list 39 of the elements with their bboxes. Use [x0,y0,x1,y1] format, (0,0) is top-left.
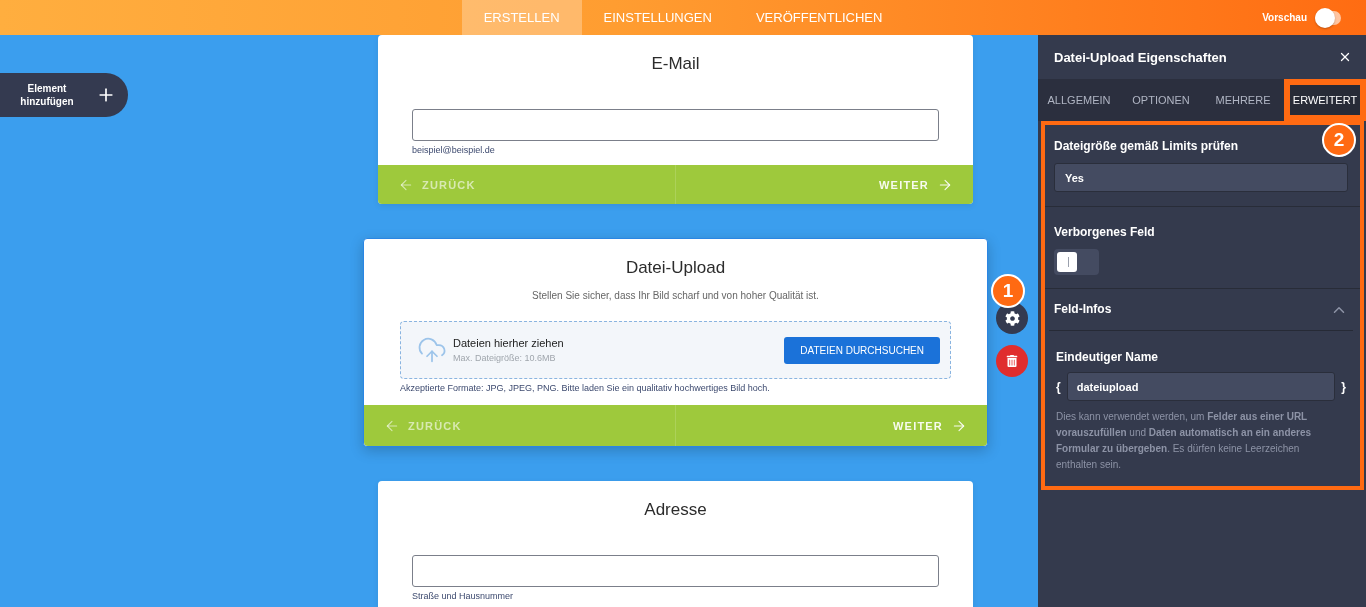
trash-icon [1006,355,1018,367]
step-marker: 1 [991,274,1025,308]
file-size-limit: Max. Dateigröße: 10.6MB [453,352,556,364]
panel-title: Datei-Upload Eigenschaften [1054,49,1227,65]
panel-tab[interactable]: MEHRERE [1202,79,1284,121]
settings-icon [1004,310,1020,326]
select-field[interactable]: Yes [1054,163,1348,192]
brace-text: { [1056,379,1061,394]
unique-name-field[interactable]: dateiupload [1066,372,1336,401]
preview-label: Vorschau [1262,12,1307,23]
field-sublabel: beispiel@beispiel.de [412,145,495,156]
add-element-button[interactable]: Element hinzufügen [0,73,128,117]
field-title: Datei-Upload [624,257,727,279]
accepted-formats-note: Akzeptierte Formate: JPG, JPEG, PNG. Bitte laden Sie ein qualitativ hochwertiges Bild hoch. [400,383,770,394]
settings-button[interactable] [996,302,1028,334]
panel-tab[interactable]: ALLGEMEIN [1038,79,1120,121]
brace-text: } [1341,379,1346,394]
field-description: Stellen Sie sicher, dass Ihr Bild scharf und von hoher Qualität ist. [531,289,820,302]
text-input-field[interactable] [412,555,939,587]
step-marker: 2 [1322,123,1356,157]
panel-tab[interactable]: OPTIONEN [1120,79,1202,121]
setting-label: Dateigröße gemäß Limits prüfen [1054,139,1239,154]
field-sublabel: Straße und Hausnummer [412,591,514,602]
dropzone-heading: Dateien hierher ziehen [453,336,564,350]
upload-dropzone[interactable]: Dateien hierher ziehen Max. Dateigröße: 10.6MB DATEIEN DURCHSUCHEN [400,321,951,379]
field-title: Adresse [643,499,708,521]
toggle-switch[interactable] [1054,249,1099,275]
help-text: Dies kann verwendet werden, um Felder aus einer URL vorauszufüllen und Daten automatisch an ein anderes Formular zu übergeben. Es dürfen keine Leerzeichen enthalten sein. [1056,410,1313,472]
field-label: Eindeutiger Name [1056,350,1159,365]
close-icon [1338,50,1352,64]
close-button[interactable] [1338,50,1352,64]
cloud-upload-icon [417,335,447,365]
setting-label: Verborgenes Feld [1054,225,1155,240]
delete-button[interactable] [996,345,1028,377]
panel-tab[interactable]: ERWEITERT [1284,79,1366,121]
section-title: Feld-Infos [1054,302,1112,317]
browse-files-button[interactable]: DATEIEN DURCHSUCHEN [784,336,940,364]
field-title: E-Mail [650,53,701,75]
text-input-field[interactable] [412,109,939,141]
